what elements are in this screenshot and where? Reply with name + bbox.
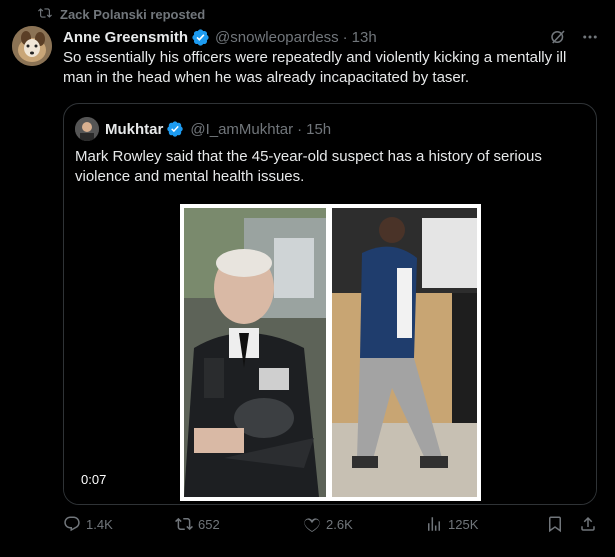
- quoted-post[interactable]: Mukhtar @I_amMukhtar · 15h Mark Rowley s…: [63, 103, 597, 505]
- author-name[interactable]: Anne Greensmith: [63, 29, 188, 46]
- reply-button[interactable]: 1.4K: [63, 515, 113, 533]
- quote-author-name[interactable]: Mukhtar: [105, 121, 163, 138]
- views-button[interactable]: 125K: [425, 515, 478, 533]
- repost-icon: [175, 517, 193, 531]
- separator-dot: ·: [297, 120, 303, 138]
- post-text: So essentially his officers were repeate…: [63, 49, 567, 86]
- repost-label: Zack Polanski reposted: [60, 6, 206, 22]
- quote-header: Mukhtar @I_amMukhtar · 15h: [75, 117, 331, 141]
- like-button[interactable]: 2.6K: [303, 515, 353, 533]
- video-duration: 0:07: [75, 470, 113, 489]
- video-frame: [180, 204, 481, 501]
- verified-badge-icon: [166, 120, 185, 139]
- grok-icon[interactable]: [549, 28, 567, 46]
- repost-count: 652: [198, 516, 220, 532]
- like-count: 2.6K: [326, 516, 353, 532]
- repost-indicator[interactable]: Zack Polanski reposted: [38, 5, 205, 23]
- quote-time[interactable]: 15h: [306, 121, 331, 138]
- reply-icon: [64, 516, 80, 532]
- video-still-suspect: [332, 208, 477, 497]
- quote-text: Mark Rowley said that the 45-year-old su…: [75, 148, 542, 185]
- post-time[interactable]: 13h: [352, 29, 377, 46]
- bookmark-button[interactable]: [546, 515, 564, 533]
- post-header: Anne Greensmith @snowleopardess · 13h: [63, 26, 599, 48]
- share-icon: [581, 516, 595, 531]
- quote-author-avatar[interactable]: [75, 117, 99, 141]
- video-player[interactable]: 0:07: [64, 204, 596, 504]
- author-avatar[interactable]: [12, 26, 52, 66]
- reply-count: 1.4K: [86, 516, 113, 532]
- action-bar: 1.4K 652 2.6K 125K: [63, 512, 598, 536]
- views-chart-icon: [428, 517, 440, 531]
- separator-dot: ·: [342, 28, 348, 46]
- views-count: 125K: [448, 516, 479, 532]
- repost-icon: [38, 6, 52, 23]
- repost-button[interactable]: 652: [175, 515, 220, 533]
- author-handle[interactable]: @snowleopardess: [215, 29, 339, 46]
- video-still-officer: [184, 208, 326, 497]
- more-options-icon[interactable]: [581, 28, 599, 46]
- bookmark-icon: [549, 516, 561, 533]
- heart-icon: [304, 518, 320, 533]
- quote-author-handle[interactable]: @I_amMukhtar: [190, 121, 293, 138]
- share-button[interactable]: [579, 515, 597, 533]
- verified-badge-icon: [191, 28, 210, 47]
